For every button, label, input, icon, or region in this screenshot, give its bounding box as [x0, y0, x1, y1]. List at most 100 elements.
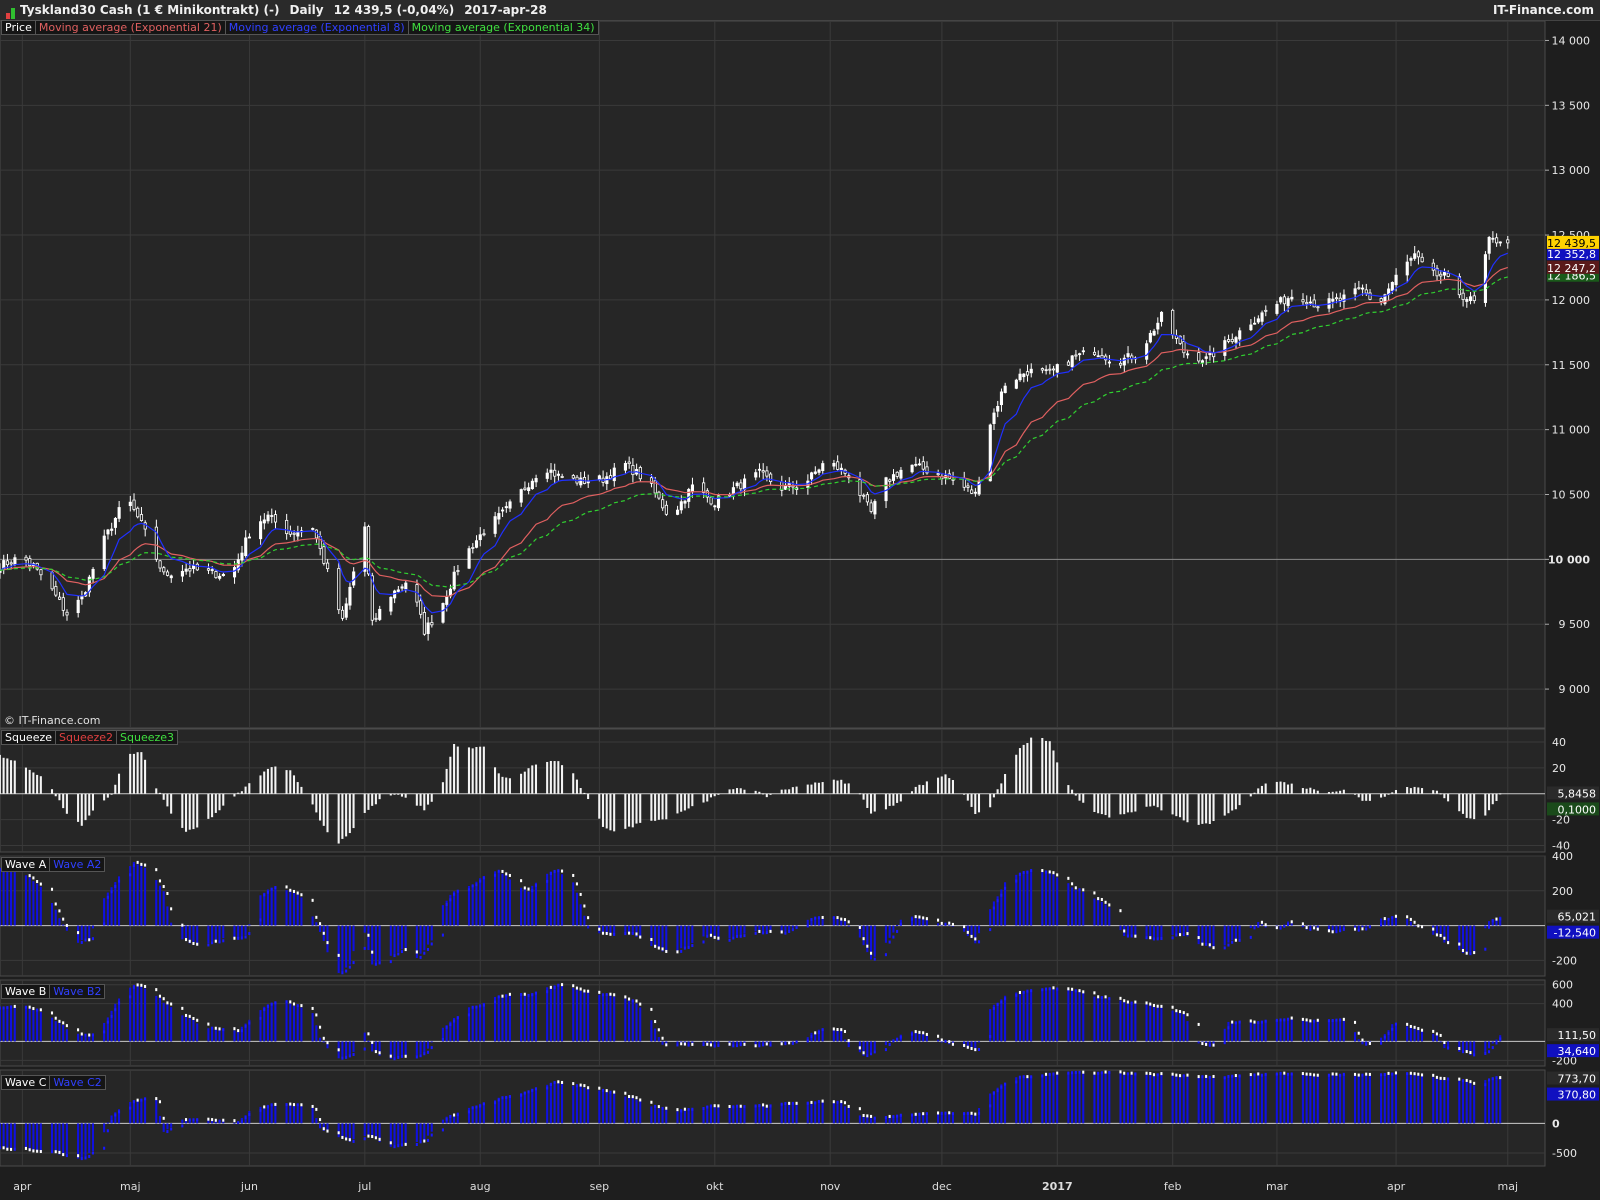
- legend-wave-a2[interactable]: Wave A2: [49, 857, 106, 872]
- histogram-bar: [1152, 1075, 1156, 1124]
- histogram-bar: [367, 793, 370, 810]
- histogram-bar: [1305, 788, 1308, 794]
- signal-mark: [501, 869, 504, 873]
- signal-mark: [475, 1005, 478, 1009]
- signal-mark: [1004, 997, 1007, 1001]
- histogram-bar: [423, 925, 426, 951]
- histogram-bar: [1048, 987, 1051, 1042]
- histogram-bar: [80, 1035, 83, 1042]
- histogram-bar: [319, 793, 322, 821]
- histogram-bar: [892, 925, 895, 933]
- histogram-bar: [922, 785, 925, 794]
- histogram-bar: [337, 1123, 340, 1138]
- histogram-bar: [1432, 790, 1435, 794]
- signal-mark: [728, 1104, 731, 1108]
- histogram-bar: [728, 789, 731, 794]
- legend-squeeze2[interactable]: Squeeze2: [55, 730, 118, 745]
- histogram-bar: [103, 1123, 106, 1133]
- histogram-bar: [1469, 925, 1472, 953]
- legend-wave-b[interactable]: Wave B: [1, 984, 51, 999]
- histogram-bar: [426, 1123, 430, 1136]
- histogram-bar: [1461, 1041, 1465, 1052]
- histogram-bar: [13, 1123, 16, 1149]
- candle-body: [891, 474, 896, 481]
- chart-canvas[interactable]: apr maj jun jul aug sep okt nov dec 2017 feb mar apr…: [0, 21, 1600, 1200]
- last-value-tag-3: 111,50: [1558, 1029, 1597, 1042]
- signal-mark: [713, 1044, 716, 1048]
- legend-wave-c[interactable]: Wave C: [1, 1075, 51, 1090]
- signal-mark: [1152, 937, 1156, 941]
- histogram-bar: [873, 925, 876, 957]
- histogram-bar: [884, 1041, 887, 1046]
- signal-mark: [285, 885, 288, 889]
- histogram-bar: [345, 1123, 348, 1140]
- candle-body: [430, 622, 434, 626]
- histogram-bar: [873, 793, 876, 812]
- legend-ema34[interactable]: Moving average (Exponential 34): [407, 20, 599, 35]
- signal-mark: [940, 921, 943, 925]
- signal-mark: [155, 1097, 158, 1101]
- signal-mark: [1439, 933, 1442, 937]
- signal-mark: [1491, 1046, 1494, 1050]
- histogram-bar: [1130, 793, 1133, 813]
- legend-ema8[interactable]: Moving average (Exponential 8): [224, 20, 409, 35]
- signal-mark: [963, 1043, 966, 1047]
- histogram-bar: [341, 793, 344, 839]
- signal-mark: [1342, 1072, 1345, 1076]
- histogram-bar: [1361, 793, 1364, 801]
- histogram-bar: [1018, 992, 1021, 1042]
- signal-mark: [1104, 995, 1107, 999]
- legend-wave-b2[interactable]: Wave B2: [49, 984, 106, 999]
- histogram-bar: [1197, 1041, 1200, 1044]
- histogram-bar: [13, 760, 16, 794]
- signal-mark: [806, 924, 809, 928]
- histogram-bar: [1056, 988, 1059, 1042]
- histogram-bar: [1018, 872, 1021, 926]
- histogram-bar: [601, 994, 605, 1042]
- signal-mark: [1465, 1050, 1468, 1054]
- signal-mark: [1264, 923, 1267, 927]
- legend-squeeze3[interactable]: Squeeze3: [116, 730, 179, 745]
- legend-wave-c2[interactable]: Wave C2: [49, 1075, 106, 1090]
- signal-mark: [1368, 925, 1371, 929]
- histogram-bar: [28, 877, 31, 926]
- histogram-bar: [791, 925, 794, 928]
- histogram-bar: [1015, 754, 1018, 794]
- candle-body: [340, 609, 345, 619]
- histogram-bar: [847, 1107, 850, 1124]
- histogram-bar: [62, 1123, 65, 1156]
- candle-body: [1331, 298, 1335, 302]
- signal-mark: [728, 938, 731, 942]
- histogram-bar: [292, 1104, 296, 1124]
- legend-price[interactable]: Price: [1, 20, 36, 35]
- histogram-bar: [1484, 793, 1487, 816]
- legend-wave-a[interactable]: Wave A: [1, 857, 51, 872]
- histogram-bar: [497, 773, 500, 794]
- legend-ema21[interactable]: Moving average (Exponential 21): [34, 20, 226, 35]
- signal-mark: [497, 995, 500, 999]
- histogram-bar: [691, 793, 694, 807]
- signal-mark: [240, 1120, 243, 1124]
- signal-mark: [557, 1080, 560, 1084]
- histogram-bar: [1380, 793, 1383, 798]
- histogram-bar: [2, 869, 5, 926]
- legend-squeeze[interactable]: Squeeze: [1, 730, 57, 745]
- signal-mark: [1093, 891, 1096, 895]
- signal-mark: [400, 1143, 403, 1147]
- histogram-bar: [144, 1098, 147, 1124]
- signal-mark: [1279, 1071, 1282, 1075]
- signal-mark: [1056, 1071, 1059, 1075]
- histogram-bar: [553, 1081, 556, 1124]
- signal-mark: [598, 1086, 601, 1090]
- histogram-bar: [497, 871, 500, 926]
- candle-body: [262, 519, 266, 524]
- histogram-bar: [862, 925, 865, 946]
- signal-mark: [654, 1104, 657, 1108]
- signal-mark: [1313, 1073, 1316, 1077]
- histogram-bar: [296, 894, 299, 926]
- signal-mark: [899, 922, 902, 926]
- histogram-bar: [289, 1104, 292, 1124]
- signal-mark: [1201, 1042, 1204, 1046]
- copyright-notice: © IT-Finance.com: [4, 714, 101, 727]
- histogram-bar: [1327, 792, 1330, 794]
